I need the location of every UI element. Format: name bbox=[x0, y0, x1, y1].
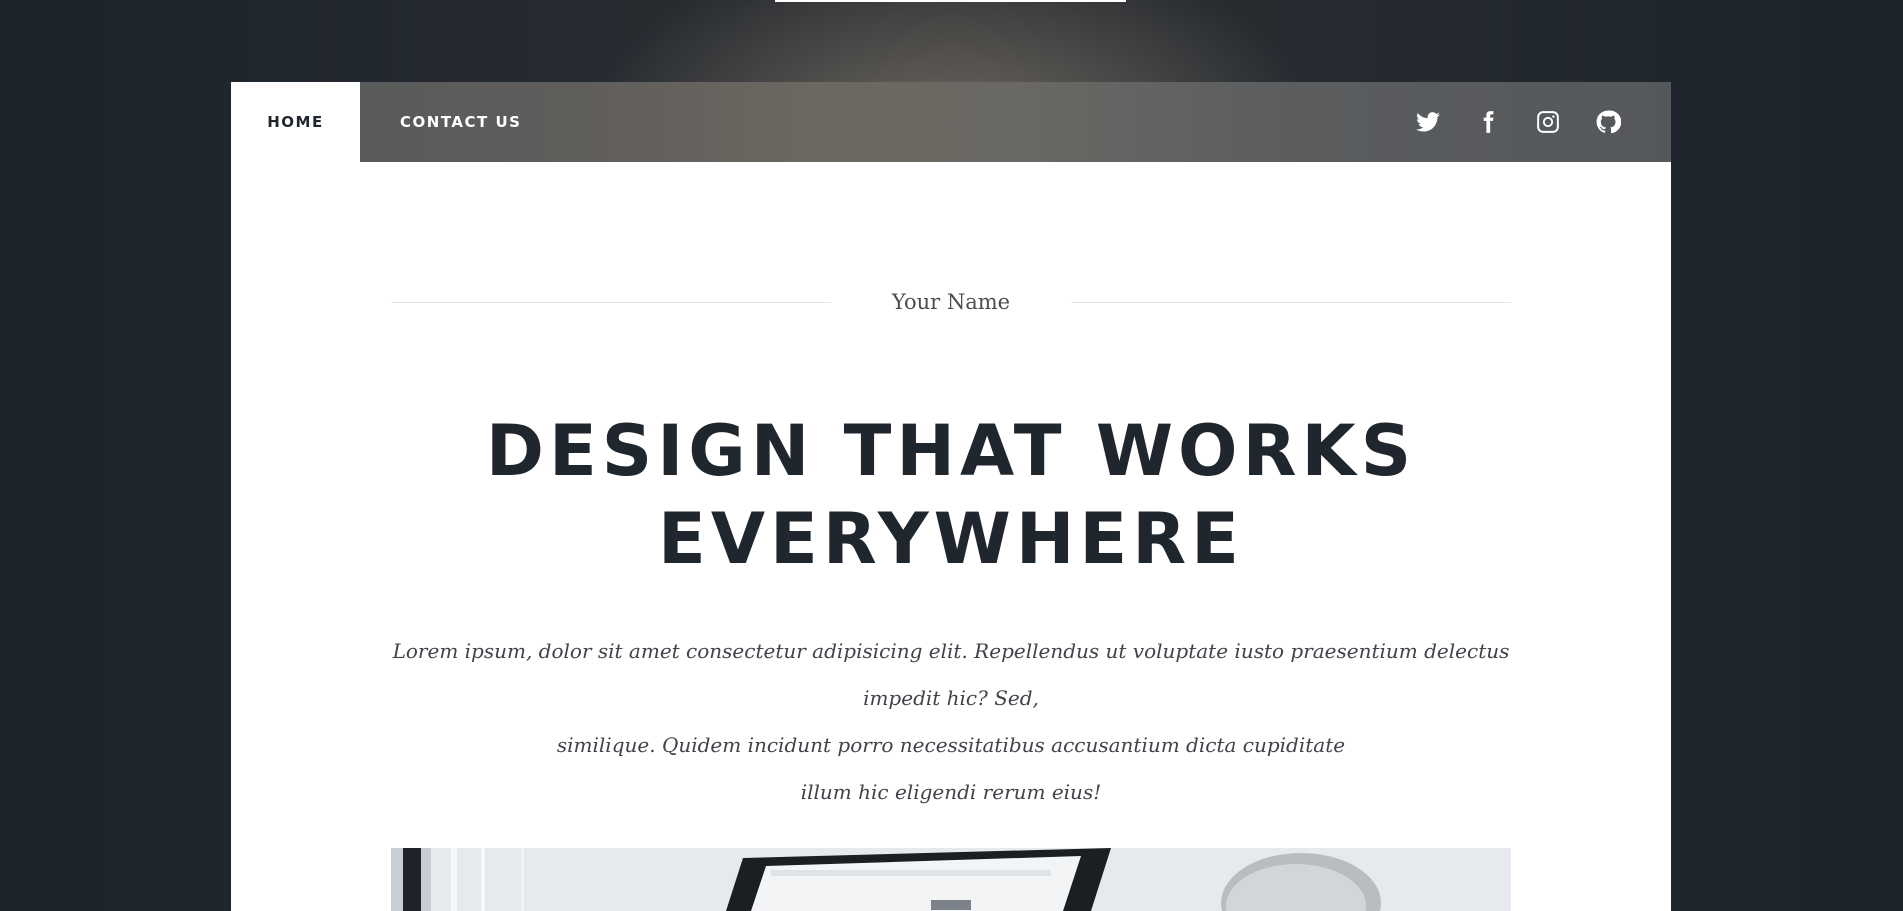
intro-line-2: similique. Quidem incidunt porro necessi… bbox=[556, 733, 1346, 757]
desk-photo-illustration bbox=[391, 848, 1511, 911]
headline-line-2: EVERYWHERE bbox=[658, 498, 1244, 580]
facebook-link[interactable] bbox=[1475, 109, 1501, 135]
intro-line-3: illum hic eligendi rerum eius! bbox=[800, 780, 1102, 804]
hero-image bbox=[391, 848, 1511, 911]
headline-line-1: DESIGN THAT WORKS bbox=[485, 410, 1417, 492]
github-link[interactable] bbox=[1595, 109, 1621, 135]
twitter-icon bbox=[1416, 112, 1440, 132]
social-links bbox=[1415, 82, 1621, 162]
page-headline: DESIGN THAT WORKS EVERYWHERE bbox=[231, 407, 1671, 583]
header-underline bbox=[775, 0, 1126, 2]
subtitle-rule-left bbox=[391, 301, 831, 303]
site-owner-name: Your Name bbox=[891, 290, 1011, 314]
nav-contact-link[interactable]: CONTACT US bbox=[360, 82, 561, 162]
subtitle-rule-right bbox=[1071, 301, 1511, 303]
content-card: HOME CONTACT US Your Name DESIGN THAT WO… bbox=[231, 82, 1671, 911]
subtitle-row: Your Name bbox=[391, 287, 1511, 317]
instagram-link[interactable] bbox=[1535, 109, 1561, 135]
facebook-icon bbox=[1483, 111, 1494, 133]
intro-paragraph: Lorem ipsum, dolor sit amet consectetur … bbox=[391, 628, 1511, 816]
navbar: HOME CONTACT US bbox=[231, 82, 1671, 162]
instagram-icon bbox=[1537, 111, 1559, 133]
twitter-link[interactable] bbox=[1415, 109, 1441, 135]
github-icon bbox=[1596, 110, 1621, 134]
intro-line-1: Lorem ipsum, dolor sit amet consectetur … bbox=[392, 639, 1510, 710]
nav-home-link[interactable]: HOME bbox=[231, 82, 360, 162]
